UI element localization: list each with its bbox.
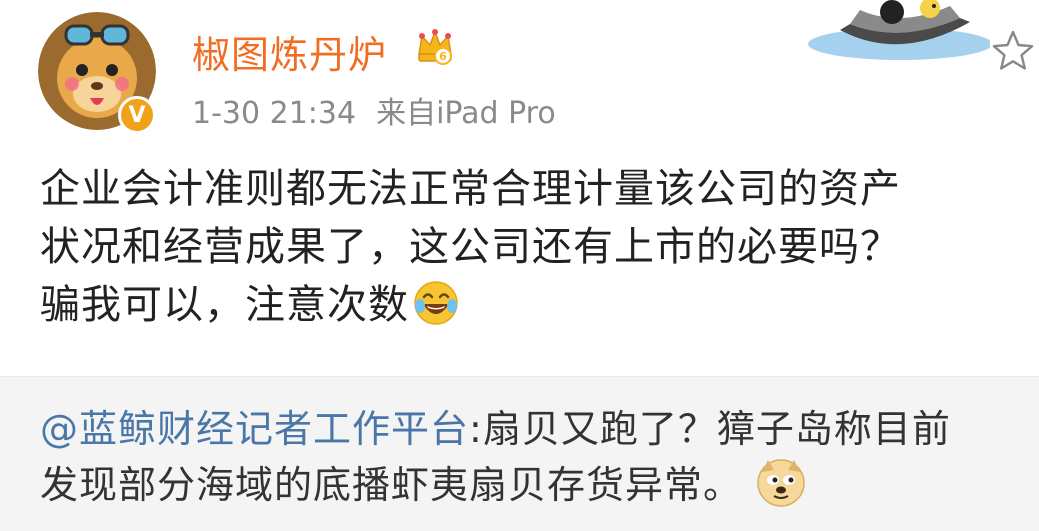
svg-text:6: 6 xyxy=(439,50,447,63)
post-body-line: 状况和经营成果了，这公司还有上市的必要吗？ xyxy=(40,224,901,270)
post-body-line: 企业会计准则都无法正常合理计量该公司的资产 xyxy=(40,166,901,212)
post-timestamp: 1-30 21:34 xyxy=(192,96,357,131)
repost-user-link[interactable]: @蓝鲸财经记者工作平台 xyxy=(40,407,469,451)
post-body-line: 骗我可以，注意次数 xyxy=(40,276,1030,334)
laugh-cry-emoji-icon xyxy=(413,280,459,326)
boat-decoration-icon xyxy=(800,0,992,70)
repost-line: 发现部分海域的底播虾夷扇贝存货异常。 xyxy=(40,457,1030,513)
post-body-text: 骗我可以，注意次数 xyxy=(40,282,409,328)
post-source[interactable]: 来自iPad Pro xyxy=(376,96,556,131)
post-body: 企业会计准则都无法正常合理计量该公司的资产 状况和经营成果了，这公司还有上市的必… xyxy=(40,160,1030,334)
repost-content: :扇贝又跑了？獐子岛称目前 xyxy=(469,407,951,451)
post-header: V 椒图炼丹炉 6 1-30 21:34 来自iPad Pro xyxy=(0,0,1039,150)
verified-badge: V xyxy=(118,96,156,134)
doge-emoji-icon xyxy=(756,458,806,508)
post-meta: 1-30 21:34 来自iPad Pro xyxy=(192,88,556,132)
repost-line: @蓝鲸财经记者工作平台:扇贝又跑了？獐子岛称目前 xyxy=(40,401,1030,457)
repost-card[interactable]: @蓝鲸财经记者工作平台:扇贝又跑了？獐子岛称目前 发现部分海域的底播虾夷扇贝存货… xyxy=(0,376,1039,531)
repost-text: @蓝鲸财经记者工作平台:扇贝又跑了？獐子岛称目前 发现部分海域的底播虾夷扇贝存货… xyxy=(40,401,1030,513)
repost-content: 发现部分海域的底播虾夷扇贝存货异常。 xyxy=(40,463,743,507)
crown-icon[interactable]: 6 xyxy=(415,26,455,66)
star-icon[interactable] xyxy=(990,28,1036,74)
username[interactable]: 椒图炼丹炉 xyxy=(192,24,387,79)
